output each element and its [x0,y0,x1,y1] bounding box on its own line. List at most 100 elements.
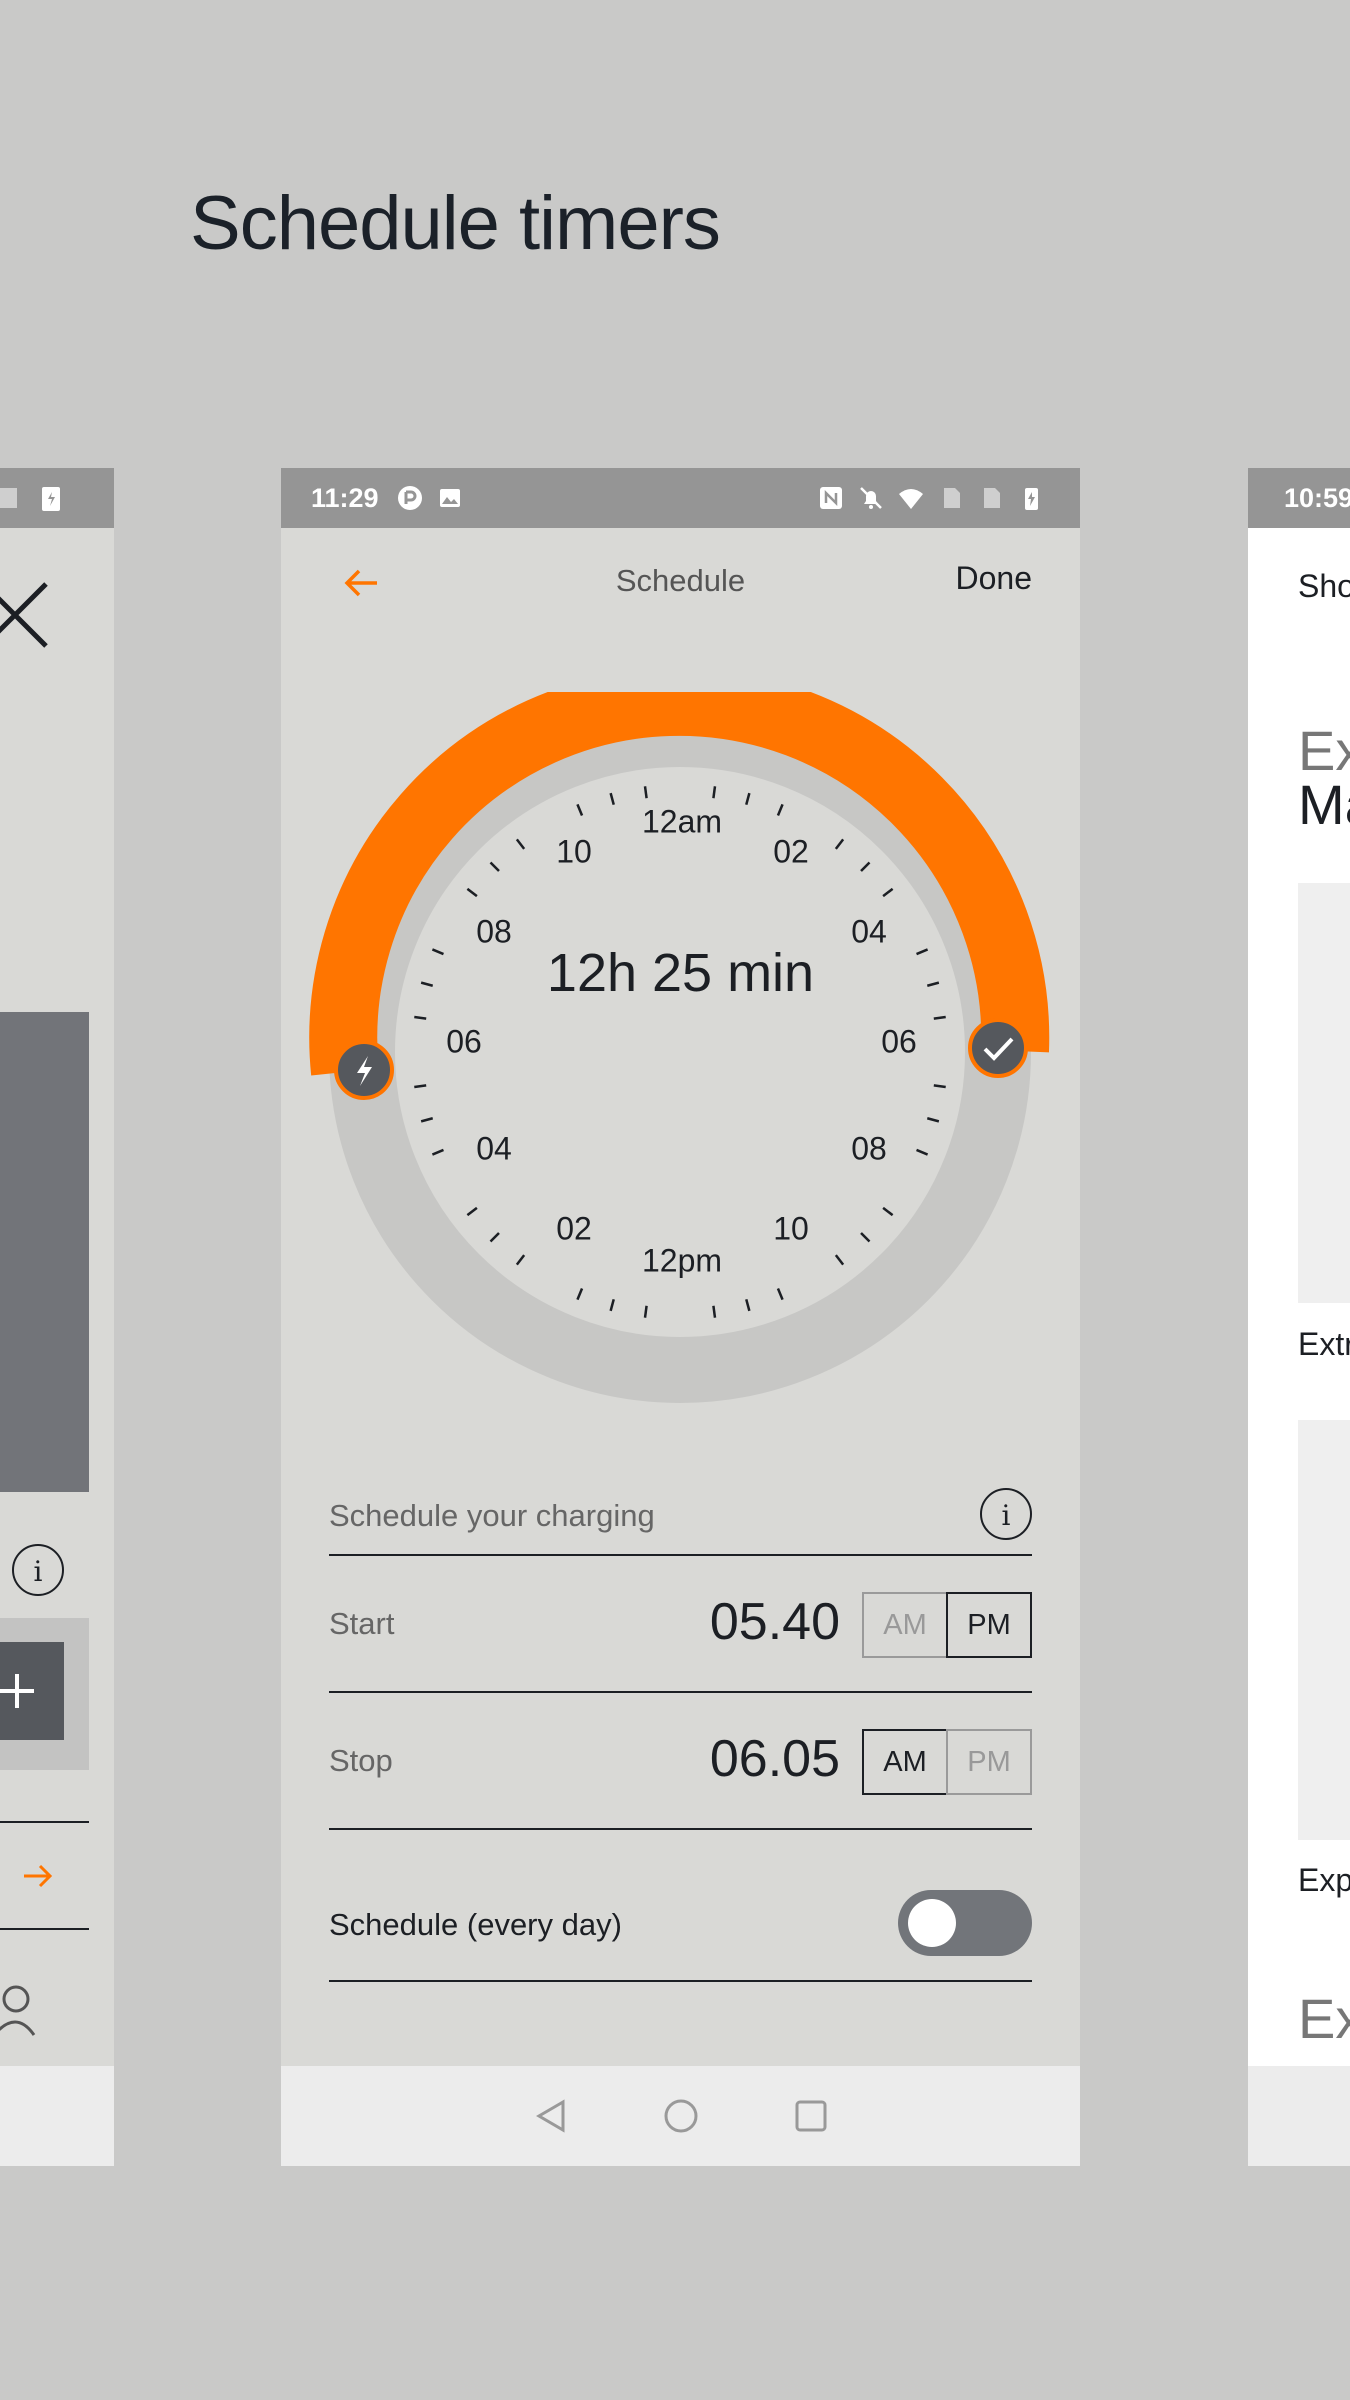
add-button[interactable] [0,1642,64,1740]
dial-hour-label: 02 [773,833,809,870]
nav-recents-icon[interactable] [791,2096,831,2136]
divider [0,1928,89,1930]
dial-tick [489,1232,500,1243]
add-panel [0,1618,89,1770]
image-placeholder [1298,1420,1350,1840]
dial-tick [515,1254,526,1266]
no-sim-icon [944,488,960,508]
dial-tick [515,838,526,850]
dial-tick [489,861,500,872]
stop-label: Stop [329,1743,393,1778]
right-text-line: Sho [1298,568,1350,604]
status-time: 10:59 [1284,482,1350,513]
right-heading: Ex [1298,1987,1350,2050]
dial-tick [776,1288,784,1301]
schedule-dial[interactable]: 12am 02 04 06 08 10 12pm 02 04 06 08 10 … [281,692,1080,1412]
app-notification-icon [397,486,422,510]
dial-hour-label: 02 [556,1210,592,1247]
dial-tick [576,1288,584,1301]
dial-hour-label: 12am [641,803,723,840]
dial-hour-label: 10 [773,1210,809,1247]
dial-tick [609,792,615,806]
toggle-knob [908,1899,956,1947]
end-handle[interactable] [968,1018,1028,1078]
dial-tick [643,786,648,799]
nav-bar [1248,2066,1350,2166]
charging-duration: 12h 25 min [546,943,815,1003]
dial-tick [643,1305,648,1318]
repeat-label: Schedule (every day) [329,1907,622,1942]
dial-hour-label: 04 [851,913,887,950]
dial-hour-label: 06 [446,1023,482,1060]
dial-tick [776,803,784,816]
dial-hour-label: 10 [556,833,592,870]
dial-tick [834,1254,845,1266]
repeat-toggle[interactable] [898,1890,1032,1956]
image-placeholder [0,1012,89,1492]
status-bar [0,468,114,528]
dial-tick [712,786,717,799]
no-sim-icon [984,488,1000,508]
dial-tick [916,1148,929,1156]
app-header: Schedule Done [281,528,1080,638]
dial-tick [860,1232,871,1243]
nav-back-icon[interactable] [531,2096,571,2136]
dial-hour-label: 08 [851,1130,887,1167]
info-icon[interactable]: i [12,1544,64,1596]
right-caption: Exp [1298,1862,1350,1898]
stop-pm-option[interactable]: PM [946,1729,1032,1795]
start-label: Start [329,1606,395,1641]
user-icon[interactable] [0,1983,40,2039]
nav-bar [0,2066,114,2166]
right-heading: Ma [1298,773,1350,836]
schedule-header-row: Schedule your charging i [329,1476,1032,1556]
arrow-right-icon[interactable] [22,1860,54,1892]
info-icon[interactable]: i [980,1488,1032,1540]
start-ampm-toggle: AM PM [862,1592,1032,1658]
nav-bar [281,2066,1080,2166]
dial-tick [834,838,845,850]
dial-tick [882,1206,894,1217]
page-title: Schedule timers [190,181,721,266]
status-time: 11:29 [311,482,379,513]
dial-tick [882,887,894,898]
dial-tick [576,803,584,816]
stop-time-value[interactable]: 06.05 [710,1729,840,1789]
battery-icon [42,487,60,511]
dial-tick [431,948,444,956]
start-handle[interactable] [334,1040,394,1100]
dial-tick [916,948,929,956]
dial-hour-label: 06 [881,1023,917,1060]
wifi-icon [899,489,923,509]
status-bar: 11:29 [281,468,1080,528]
image-placeholder [1298,883,1350,1303]
close-icon[interactable] [0,580,50,650]
dial-tick [466,887,478,898]
dial-tick [431,1148,444,1156]
start-am-option[interactable]: AM [862,1592,948,1658]
dial-hour-label: 04 [476,1130,512,1167]
dial-tick [933,1084,946,1089]
start-pm-option[interactable]: PM [946,1592,1032,1658]
done-button[interactable]: Done [956,560,1033,597]
dial-tick [466,1206,478,1217]
no-sim-icon [0,488,17,508]
image-icon [439,489,460,507]
start-time-row: Start 05.40 AM PM [329,1556,1032,1693]
repeat-row: Schedule (every day) [329,1864,1032,1982]
dial-tick [420,981,434,987]
nav-home-icon[interactable] [661,2096,701,2136]
main-phone-screen: 11:29 Schedule Done 12am 02 04 06 08 10 … [281,468,1080,2166]
battery-charging-icon [1025,488,1038,510]
stop-am-option[interactable]: AM [862,1729,948,1795]
right-caption: Extr [1298,1326,1350,1362]
dial-hour-label: 12pm [641,1242,723,1279]
dial-tick [926,981,940,987]
dial-tick [745,792,751,806]
dial-tick [745,1298,751,1312]
status-bar: 10:59 [1248,468,1350,528]
notifications-off-icon [860,487,882,509]
dial-hour-label: 08 [476,913,512,950]
start-time-value[interactable]: 05.40 [710,1592,840,1652]
dial-tick [926,1117,940,1123]
